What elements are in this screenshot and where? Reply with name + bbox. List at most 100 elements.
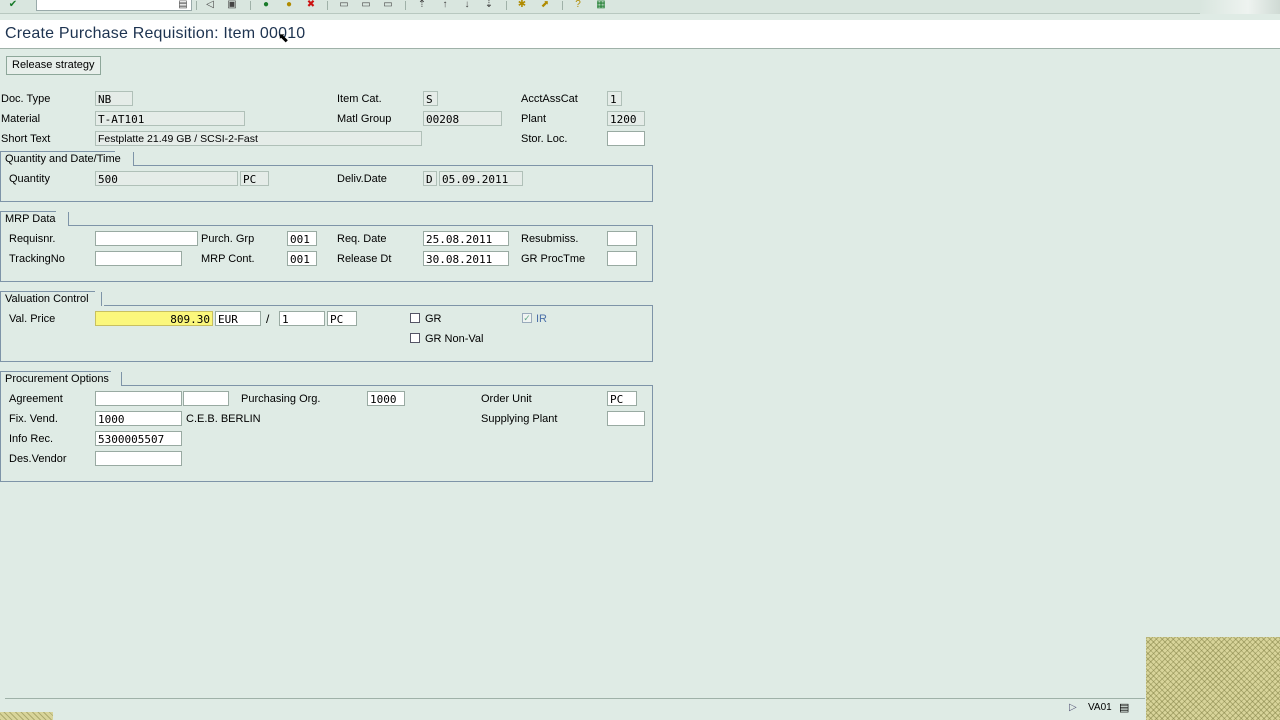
quantity-date-group-title: Quantity and Date/Time bbox=[0, 152, 134, 166]
tracking-no-field[interactable] bbox=[95, 251, 182, 266]
gr-proc-time-field[interactable] bbox=[607, 251, 637, 266]
req-date-label: Req. Date bbox=[337, 233, 387, 245]
agreement-label: Agreement bbox=[9, 393, 63, 405]
order-unit-field[interactable]: PC bbox=[607, 391, 637, 406]
find-next-icon[interactable]: ▭ bbox=[381, 0, 395, 10]
gr-checkbox[interactable] bbox=[410, 313, 420, 323]
next-page-icon[interactable]: ↓ bbox=[460, 0, 474, 10]
stor-loc-label: Stor. Loc. bbox=[521, 133, 568, 145]
tracking-no-label: TrackingNo bbox=[9, 253, 65, 265]
toolbar-separator bbox=[250, 1, 251, 10]
quantity-unit-field[interactable]: PC bbox=[240, 171, 269, 186]
purchasing-org-field[interactable]: 1000 bbox=[367, 391, 405, 406]
quantity-label: Quantity bbox=[9, 173, 50, 185]
resubmiss-field[interactable] bbox=[607, 231, 637, 246]
req-date-field[interactable]: 25.08.2011 bbox=[423, 231, 509, 246]
gr-non-val-label: GR Non-Val bbox=[425, 333, 484, 345]
requisnr-field[interactable] bbox=[95, 231, 198, 246]
toolbar-separator bbox=[506, 1, 507, 10]
mrp-cont-label: MRP Cont. bbox=[201, 253, 255, 265]
toolbar-separator bbox=[327, 1, 328, 10]
release-strategy-button[interactable]: Release strategy bbox=[6, 56, 101, 75]
plant-field[interactable]: 1200 bbox=[607, 111, 645, 126]
acct-ass-cat-field[interactable]: 1 bbox=[607, 91, 622, 106]
order-unit-label: Order Unit bbox=[481, 393, 532, 405]
print-icon[interactable]: ▭ bbox=[337, 0, 351, 10]
toolbar-separator bbox=[562, 1, 563, 10]
supplying-plant-label: Supplying Plant bbox=[481, 413, 558, 425]
des-vendor-label: Des.Vendor bbox=[9, 453, 67, 465]
ir-label: IR bbox=[536, 313, 547, 325]
help-icon[interactable]: ? bbox=[571, 0, 585, 10]
purch-grp-label: Purch. Grp bbox=[201, 233, 255, 245]
gr-non-val-checkbox[interactable] bbox=[410, 333, 420, 343]
agreement-item-field[interactable] bbox=[183, 391, 229, 406]
back-arrow-icon[interactable]: ◁ bbox=[203, 0, 217, 10]
release-dt-field[interactable]: 30.08.2011 bbox=[423, 251, 509, 266]
create-session-icon[interactable]: ✱ bbox=[515, 0, 529, 10]
deliv-date-field[interactable]: 05.09.2011 bbox=[439, 171, 523, 186]
purch-grp-field[interactable]: 001 bbox=[287, 231, 317, 246]
fix-vend-field[interactable]: 1000 bbox=[95, 411, 182, 426]
gr-label: GR bbox=[425, 313, 442, 325]
transaction-code: VA01 bbox=[1088, 702, 1112, 713]
short-text-field[interactable]: Festplatte 21.49 GB / SCSI-2-Fast bbox=[95, 131, 422, 146]
matl-group-label: Matl Group bbox=[337, 113, 392, 125]
mrp-cont-field[interactable]: 001 bbox=[287, 251, 317, 266]
order-price-unit-field[interactable]: PC bbox=[327, 311, 357, 326]
deliv-date-format-field[interactable]: D bbox=[423, 171, 437, 186]
ir-checkbox[interactable]: ✓ bbox=[522, 313, 532, 323]
exit-icon[interactable]: ● bbox=[282, 0, 296, 10]
info-rec-field[interactable]: 5300005507 bbox=[95, 431, 182, 446]
status-expand-icon[interactable]: ▷ bbox=[1069, 701, 1077, 715]
back-icon[interactable]: ● bbox=[259, 0, 273, 10]
price-unit-field[interactable]: 1 bbox=[279, 311, 325, 326]
fix-vend-name: C.E.B. BERLIN bbox=[186, 413, 261, 425]
shortcut-icon[interactable]: ⬈ bbox=[538, 0, 552, 10]
material-field[interactable]: T-AT101 bbox=[95, 111, 245, 126]
acct-ass-cat-label: AcctAssCat bbox=[521, 93, 578, 105]
short-text-label: Short Text bbox=[1, 133, 51, 145]
layout-menu-icon[interactable]: ▦ bbox=[594, 0, 608, 10]
supplying-plant-field[interactable] bbox=[607, 411, 645, 426]
quantity-field[interactable]: 500 bbox=[95, 171, 238, 186]
matl-group-field[interactable]: 00208 bbox=[423, 111, 502, 126]
material-label: Material bbox=[1, 113, 41, 125]
system-info-icon[interactable]: ▤ bbox=[1119, 701, 1129, 715]
page-title: Create Purchase Requisition: Item 00010 bbox=[5, 25, 306, 42]
first-page-icon[interactable]: ⇡ bbox=[415, 0, 429, 10]
status-bar-decoration bbox=[1146, 637, 1280, 720]
doc-type-field[interactable]: NB bbox=[95, 91, 133, 106]
last-page-icon[interactable]: ⇣ bbox=[482, 0, 496, 10]
command-history-icon[interactable]: ▤ bbox=[176, 0, 190, 10]
save-icon[interactable]: ▣ bbox=[225, 0, 239, 10]
find-icon[interactable]: ▭ bbox=[359, 0, 373, 10]
resubmiss-label: Resubmiss. bbox=[521, 233, 579, 245]
requisnr-label: Requisnr. bbox=[9, 233, 56, 245]
val-price-currency-field[interactable]: EUR bbox=[215, 311, 261, 326]
previous-page-icon[interactable]: ↑ bbox=[438, 0, 452, 10]
toolbar-separator bbox=[196, 1, 197, 10]
val-price-field[interactable]: 809.30 bbox=[95, 311, 213, 326]
item-cat-label: Item Cat. bbox=[337, 93, 382, 105]
price-per-separator: / bbox=[266, 312, 270, 326]
des-vendor-field[interactable] bbox=[95, 451, 182, 466]
plant-label: Plant bbox=[521, 113, 547, 125]
mouse-cursor-icon: ⬉ bbox=[278, 30, 289, 45]
deliv-date-label: Deliv.Date bbox=[337, 173, 387, 185]
stor-loc-field[interactable] bbox=[607, 131, 645, 146]
enter-icon[interactable]: ✔ bbox=[6, 0, 20, 10]
command-field[interactable] bbox=[36, 0, 192, 11]
agreement-field[interactable] bbox=[95, 391, 182, 406]
cancel-icon[interactable]: ✖ bbox=[304, 0, 318, 10]
procurement-options-group-title: Procurement Options bbox=[0, 372, 122, 386]
sap-logo bbox=[1200, 0, 1280, 14]
mrp-data-group-title: MRP Data bbox=[0, 212, 69, 226]
val-price-label: Val. Price bbox=[9, 313, 56, 325]
valuation-control-group-title: Valuation Control bbox=[0, 292, 102, 306]
status-bar-decoration bbox=[0, 712, 53, 720]
system-toolbar: ✔ ▤ ◁ ▣ ● ● ✖ ▭ ▭ ▭ ⇡ ↑ ↓ ⇣ ✱ ⬈ ? ▦ bbox=[0, 0, 1280, 14]
status-bar bbox=[5, 698, 1145, 699]
item-cat-field[interactable]: S bbox=[423, 91, 438, 106]
doc-type-label: Doc. Type bbox=[1, 93, 51, 105]
